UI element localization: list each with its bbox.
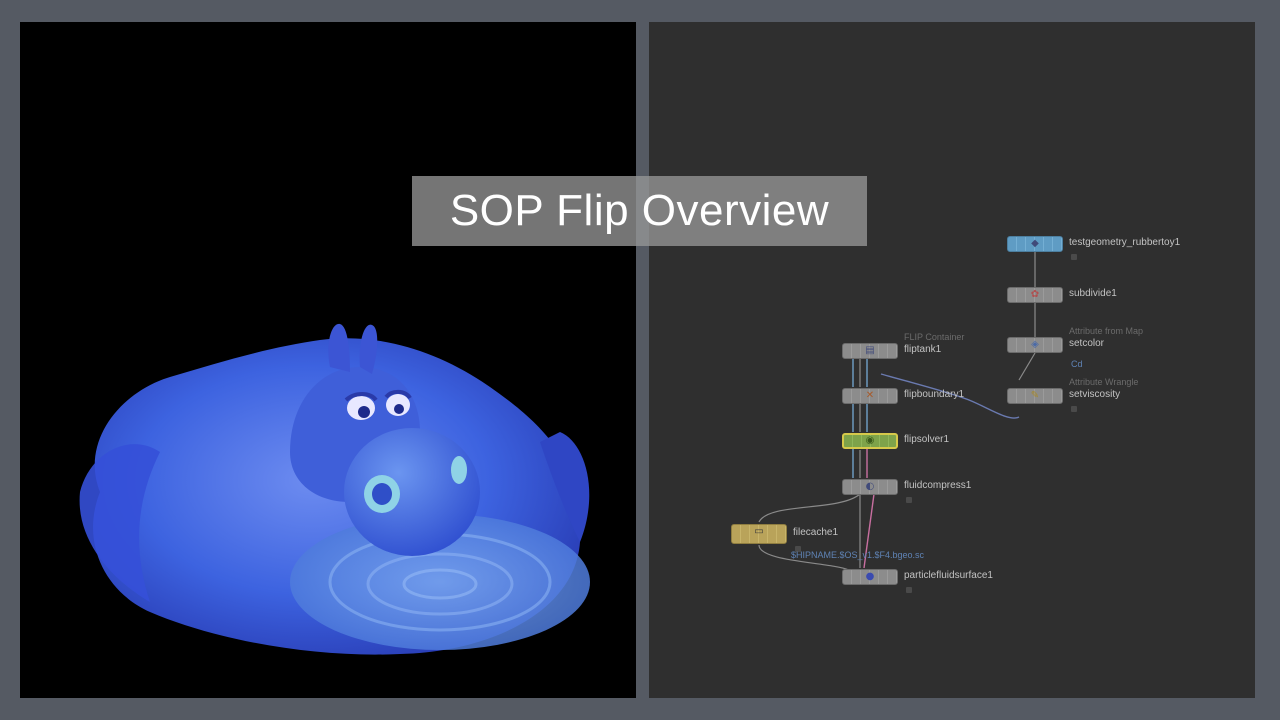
lock-icon	[906, 497, 912, 503]
node-type-label: FLIP Container	[904, 332, 965, 342]
node-name: fliptank1	[904, 344, 942, 355]
node-name: filecache1	[793, 527, 839, 538]
subdivide-icon: ✿	[1030, 289, 1040, 300]
fliptank-icon: ▤	[865, 345, 875, 356]
node-name: flipboundary1	[904, 389, 965, 400]
lock-icon	[1071, 254, 1077, 260]
flipboundary-icon: ✕	[865, 390, 875, 401]
node-flipboundary[interactable]: ✕ flipboundary1	[842, 388, 992, 404]
node-subdivide[interactable]: ✿ subdivide1	[1007, 287, 1147, 303]
filecache-icon: ▭	[754, 526, 764, 537]
node-attribute-label: Cd	[1071, 359, 1083, 369]
node-wires	[758, 251, 1036, 571]
lock-icon	[906, 587, 912, 593]
render-viewport	[20, 22, 636, 698]
node-setcolor[interactable]: ◈ Attribute from Map setcolor Cd	[1007, 326, 1177, 369]
wrangle-icon: ✎	[1030, 390, 1040, 401]
color-map-icon: ◈	[1031, 339, 1039, 350]
node-name: setcolor	[1069, 338, 1105, 349]
rubbertoy-fluid-render	[79, 323, 590, 655]
node-fliptank[interactable]: ▤ FLIP Container fliptank1	[842, 332, 992, 359]
node-flipsolver[interactable]: ◉ flipsolver1	[842, 433, 992, 449]
node-name: particlefluidsurface1	[904, 570, 993, 581]
flipsolver-icon: ◉	[865, 435, 875, 446]
node-network-editor[interactable]: ◆ testgeometry_rubbertoy1 ✿ subdivide1 ◈…	[649, 22, 1255, 698]
node-filecache[interactable]: ▭ filecache1 $HIPNAME.$OS_v1.$F4.bgeo.sc	[731, 524, 961, 560]
node-name: fluidcompress1	[904, 480, 972, 491]
node-type-label: Attribute Wrangle	[1069, 377, 1139, 387]
lock-icon	[1071, 406, 1077, 412]
title-banner: SOP Flip Overview	[412, 176, 867, 246]
node-fluidcompress[interactable]: ◐ fluidcompress1	[842, 479, 1002, 503]
node-particlefluidsurface[interactable]: ● particlefluidsurface1	[842, 569, 1032, 593]
fluidcompress-icon: ◐	[865, 481, 875, 492]
video-title: SOP Flip Overview	[449, 186, 830, 235]
node-testgeometry-rubbertoy[interactable]: ◆ testgeometry_rubbertoy1	[1007, 236, 1227, 260]
rubbertoy-icon: ◆	[1031, 238, 1039, 249]
node-name: subdivide1	[1069, 288, 1117, 299]
node-name: setviscosity	[1069, 389, 1121, 400]
fluidsurface-icon: ●	[865, 571, 875, 582]
node-name: flipsolver1	[904, 434, 950, 445]
node-setviscosity[interactable]: ✎ Attribute Wrangle setviscosity	[1007, 377, 1177, 412]
node-name: testgeometry_rubbertoy1	[1069, 237, 1181, 248]
filecache-path: $HIPNAME.$OS_v1.$F4.bgeo.sc	[791, 550, 925, 560]
node-type-label: Attribute from Map	[1069, 326, 1144, 336]
